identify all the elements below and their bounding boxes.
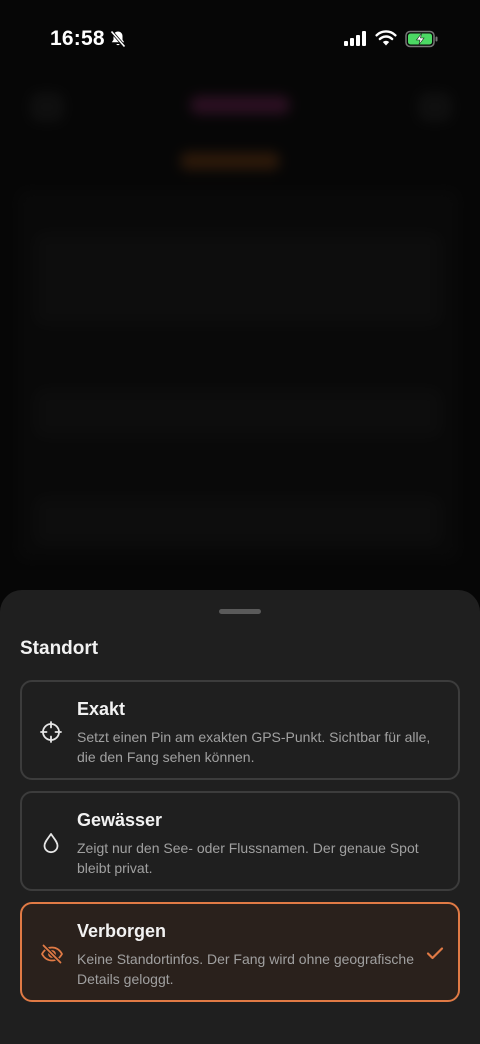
wifi-icon [375,30,397,46]
status-bar: 16:58 [0,0,480,80]
sheet-drag-handle[interactable] [219,609,261,614]
checkmark-icon [426,947,444,960]
location-option-gewaesser[interactable]: Gewässer Zeigt nur den See- oder Flussna… [20,791,460,891]
location-option-verborgen[interactable]: Verborgen Keine Standortinfos. Der Fang … [20,902,460,1002]
location-option-exakt[interactable]: Exakt Setzt einen Pin am exakten GPS-Pun… [20,680,460,780]
option-description: Setzt einen Pin am exakten GPS-Punkt. Si… [77,729,431,765]
option-description: Zeigt nur den See- oder Flussnamen. Der … [77,840,419,876]
water-drop-icon [43,833,59,854]
cellular-signal-icon [344,31,366,46]
option-label: Verborgen [77,921,167,941]
option-label: Gewässer [77,810,163,830]
location-bottom-sheet: Standort Exakt Setzt einen Pin am exakte… [0,590,480,1044]
battery-charging-icon [405,30,438,48]
option-label: Exakt [77,699,126,719]
sheet-title: Standort [20,638,99,659]
status-time: 16:58 [50,27,105,50]
bell-slash-icon [110,30,126,48]
option-description: Keine Standortinfos. Der Fang wird ohne … [77,951,414,987]
crosshair-icon [40,721,62,743]
eye-slash-icon [41,944,63,964]
